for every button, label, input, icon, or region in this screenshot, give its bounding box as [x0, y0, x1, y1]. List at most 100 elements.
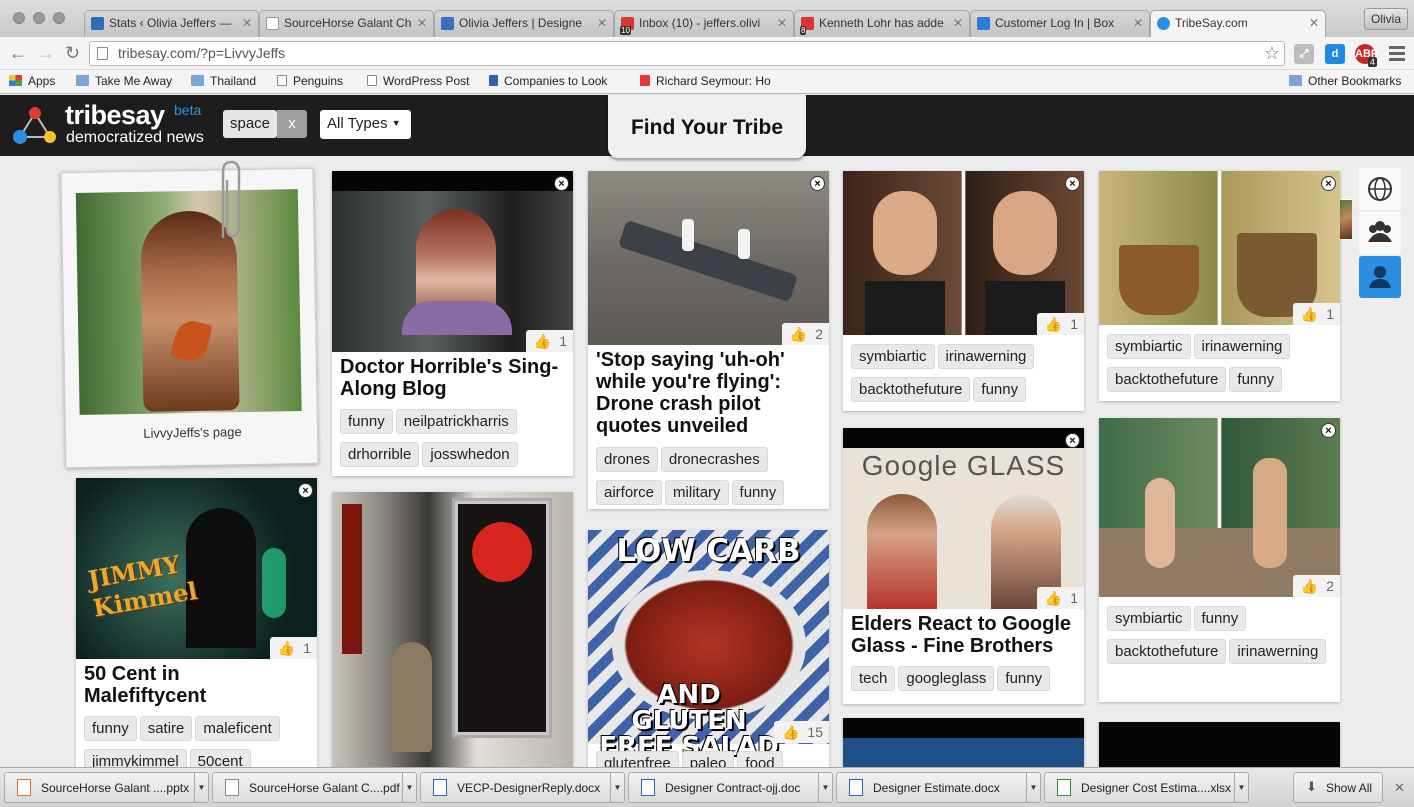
- minimize-window-button[interactable]: [33, 12, 45, 24]
- close-downloads-icon[interactable]: ✕: [1394, 780, 1405, 796]
- news-card[interactable]: [1099, 722, 1340, 767]
- dismiss-card-button[interactable]: ×: [1321, 423, 1336, 438]
- bookmark-page[interactable]: Companies to Look: [489, 74, 623, 88]
- news-card[interactable]: × 👍 2 'Stop saying 'uh-oh' while you're f…: [588, 171, 829, 509]
- brand-name[interactable]: tribesay: [65, 100, 165, 131]
- news-card[interactable]: JIMMY Kimmel × 👍 1 50 Cent in Malefiftycen…: [76, 478, 317, 767]
- delicious-icon[interactable]: d: [1325, 44, 1345, 64]
- news-card[interactable]: × 👍 1 symbiartic irinawerning backtothefutu…: [1099, 171, 1340, 401]
- profile-button[interactable]: Olivia: [1364, 8, 1408, 30]
- card-title[interactable]: 50 Cent in Malefiftycent: [84, 663, 304, 707]
- download-item[interactable]: SourceHorse Galant ....pptx ▼: [4, 772, 209, 803]
- close-tab-icon[interactable]: ✕: [242, 16, 252, 30]
- personal-view-button[interactable]: [1359, 256, 1401, 298]
- clear-filter-button[interactable]: x: [277, 110, 307, 138]
- tag[interactable]: drones: [596, 447, 658, 472]
- browser-tab[interactable]: Olivia Jeffers | Designe ✕: [434, 10, 614, 37]
- tag[interactable]: symbiartic: [1107, 334, 1191, 359]
- tag[interactable]: tech: [851, 666, 896, 691]
- show-all-downloads-button[interactable]: ⬇ Show All: [1293, 772, 1383, 803]
- bookmark-folder[interactable]: Take Me Away: [76, 74, 172, 88]
- like-button[interactable]: 👍 2: [1292, 575, 1340, 597]
- like-button[interactable]: 👍 15: [773, 721, 829, 743]
- bookmark-apps[interactable]: Apps: [9, 74, 55, 88]
- browser-tab[interactable]: 8 Kenneth Lohr has adde ✕: [794, 10, 970, 37]
- dismiss-card-button[interactable]: ×: [1065, 433, 1080, 448]
- tag[interactable]: backtothefuture: [851, 377, 971, 402]
- download-item[interactable]: Designer Cost Estima....xlsx ▼: [1044, 772, 1249, 803]
- dismiss-card-button[interactable]: ×: [554, 176, 569, 191]
- dismiss-card-button[interactable]: ×: [810, 176, 825, 191]
- chevron-down-icon[interactable]: ▼: [194, 773, 208, 802]
- download-item[interactable]: VECP-DesignerReply.docx ▼: [420, 772, 625, 803]
- tag[interactable]: googleglass: [898, 666, 995, 691]
- card-title[interactable]: 'Stop saying 'uh-oh' while you're flying…: [596, 349, 824, 437]
- zoom-window-button[interactable]: [53, 12, 65, 24]
- tag[interactable]: funny: [731, 480, 785, 505]
- dismiss-card-button[interactable]: ×: [1321, 176, 1336, 191]
- close-tab-icon[interactable]: ✕: [417, 16, 427, 30]
- other-bookmarks[interactable]: Other Bookmarks: [1289, 74, 1401, 88]
- tag[interactable]: jimmykimmel: [84, 749, 187, 767]
- like-button[interactable]: 👍 1: [1292, 303, 1340, 325]
- news-card[interactable]: × 👍 1 symbiartic irinawerning backtothefutu…: [843, 171, 1084, 411]
- tag[interactable]: symbiartic: [1107, 606, 1191, 631]
- menu-icon[interactable]: [1389, 46, 1405, 61]
- tag[interactable]: funny: [1193, 606, 1247, 631]
- tag[interactable]: irinawerning: [937, 344, 1035, 369]
- close-tab-icon[interactable]: ✕: [1133, 16, 1143, 30]
- download-item[interactable]: Designer Estimate.docx ▼: [836, 772, 1041, 803]
- tag[interactable]: josswhedon: [422, 442, 518, 467]
- profile-polaroid[interactable]: LivvyJeffs's page: [60, 167, 319, 469]
- close-tab-icon[interactable]: ✕: [777, 16, 787, 30]
- chevron-down-icon[interactable]: ▼: [610, 773, 624, 802]
- like-button[interactable]: 👍 1: [269, 637, 317, 659]
- card-title[interactable]: Elders React to Google Glass - Fine Brot…: [851, 613, 1081, 657]
- tribesay-logo-icon[interactable]: [12, 103, 58, 147]
- bookmark-page[interactable]: WordPress Post: [367, 74, 469, 88]
- news-card[interactable]: [843, 718, 1084, 767]
- browser-tab[interactable]: 10 Inbox (10) - jeffers.olivi ✕: [614, 10, 794, 37]
- tag[interactable]: maleficent: [195, 716, 280, 741]
- tribe-view-button[interactable]: [1359, 212, 1401, 254]
- tag[interactable]: satire: [139, 716, 193, 741]
- browser-tab-active[interactable]: TribeSay.com ✕: [1150, 10, 1326, 38]
- news-card[interactable]: Google GLASS × 👍 1 Elders React to Google…: [843, 428, 1084, 704]
- dismiss-card-button[interactable]: ×: [298, 483, 313, 498]
- tag[interactable]: funny: [84, 716, 137, 741]
- back-arrow-icon[interactable]: ←: [9, 44, 27, 62]
- tag[interactable]: backtothefuture: [1107, 639, 1227, 664]
- tag[interactable]: food: [737, 751, 783, 767]
- tag[interactable]: paleo: [681, 751, 735, 767]
- global-view-button[interactable]: [1359, 168, 1401, 210]
- bookmark-page[interactable]: Penguins: [277, 74, 343, 88]
- dismiss-card-button[interactable]: ×: [1065, 176, 1080, 191]
- tag[interactable]: neilpatrickharris: [395, 409, 517, 434]
- tag[interactable]: dronecrashes: [660, 447, 768, 472]
- tag[interactable]: glutenfree: [596, 751, 679, 767]
- bookmark-star-icon[interactable]: ☆: [1264, 43, 1280, 64]
- browser-tab[interactable]: Stats ‹ Olivia Jeffers — ✕: [84, 10, 259, 37]
- tag[interactable]: military: [665, 480, 729, 505]
- close-tab-icon[interactable]: ✕: [1309, 16, 1319, 30]
- download-item[interactable]: SourceHorse Galant C....pdf ▼: [212, 772, 417, 803]
- browser-tab[interactable]: Customer Log In | Box ✕: [970, 10, 1150, 37]
- close-tab-icon[interactable]: ✕: [597, 16, 607, 30]
- news-card[interactable]: × 👍 1 Doctor Horrible's Sing-Along Blog f…: [332, 171, 573, 476]
- news-card[interactable]: LOW CARB AND GLUTEN FREE SALAD 👍 15 glute…: [588, 530, 829, 767]
- like-button[interactable]: 👍 1: [525, 330, 573, 352]
- bookmark-folder[interactable]: Thailand: [191, 74, 256, 88]
- active-filter-tag[interactable]: space: [223, 110, 277, 138]
- close-tab-icon[interactable]: ✕: [953, 16, 963, 30]
- news-card[interactable]: × 👍 2 symbiartic funny backtothefuture irina…: [1099, 418, 1340, 702]
- chevron-down-icon[interactable]: ▼: [402, 773, 416, 802]
- tag[interactable]: funny: [997, 666, 1051, 691]
- chevron-down-icon[interactable]: ▼: [818, 773, 832, 802]
- tag[interactable]: funny: [340, 409, 393, 434]
- tag[interactable]: 50cent: [189, 749, 251, 767]
- bookmark-page[interactable]: Richard Seymour: Ho: [640, 74, 774, 88]
- close-window-button[interactable]: [13, 12, 25, 24]
- tag[interactable]: backtothefuture: [1107, 367, 1227, 392]
- tag[interactable]: funny: [1229, 367, 1283, 392]
- browser-tab[interactable]: SourceHorse Galant Ch ✕: [259, 10, 434, 37]
